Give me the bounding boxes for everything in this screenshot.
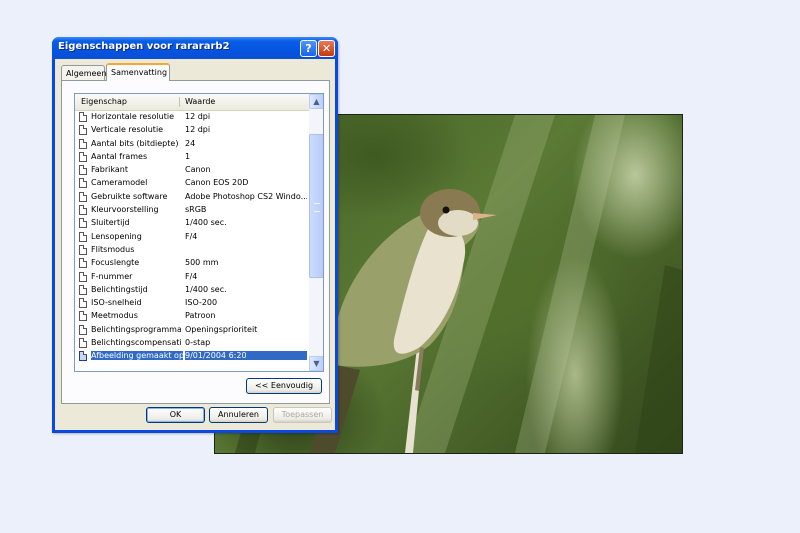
document-icon <box>79 112 87 122</box>
document-icon <box>79 311 87 322</box>
list-item[interactable]: Belichtingscompensatie 0-stap <box>75 337 309 350</box>
document-icon <box>79 351 87 362</box>
property-value: Canon <box>185 165 211 175</box>
column-header-value[interactable]: Waarde <box>185 97 215 106</box>
list-item[interactable]: Verticale resolutie 12 dpi <box>75 124 309 137</box>
help-icon[interactable]: ? <box>300 40 317 57</box>
simple-view-button[interactable]: << Eenvoudig <box>246 378 322 394</box>
tab-summary[interactable]: Samenvatting <box>106 63 170 81</box>
list-item[interactable]: F-nummer F/4 <box>75 271 309 284</box>
window-title: Eigenschappen voor rarararb2 <box>58 41 230 52</box>
property-value: 12 dpi <box>185 125 211 135</box>
scroll-thumb[interactable] <box>309 134 323 278</box>
dialog-client: Algemeen Samenvatting Eigenschap Waarde … <box>55 59 335 430</box>
list-item[interactable]: Aantal bits (bitdiepte) 24 <box>75 138 309 151</box>
property-name: Sluitertijd <box>91 218 130 228</box>
property-value: 9/01/2004 6:20 <box>185 351 307 361</box>
property-name: Lensopening <box>91 231 142 241</box>
list-item[interactable]: Horizontale resolutie 12 dpi <box>75 111 309 124</box>
property-value: Adobe Photoshop CS2 Windo... <box>185 191 307 201</box>
title-bar[interactable]: Eigenschappen voor rarararb2 ? ✕ <box>52 37 338 59</box>
property-name: Belichtingscompensatie <box>91 338 181 348</box>
scroll-down-icon[interactable]: ▼ <box>309 356 323 371</box>
property-value: ISO-200 <box>185 298 218 308</box>
list-header: Eigenschap Waarde <box>75 94 309 111</box>
property-value: Canon EOS 20D <box>185 178 249 188</box>
property-value: 1/400 sec. <box>185 218 227 228</box>
document-icon <box>79 151 87 162</box>
list-item[interactable]: Cameramodel Canon EOS 20D <box>75 177 309 190</box>
property-name: Gebruikte software <box>91 191 168 201</box>
document-icon <box>79 191 87 202</box>
close-icon[interactable]: ✕ <box>318 40 335 57</box>
property-value: 1 <box>185 151 191 161</box>
properties-dialog: Eigenschappen voor rarararb2 ? ✕ Algemee… <box>52 37 338 433</box>
list-item[interactable]: ISO-snelheid ISO-200 <box>75 297 309 310</box>
property-name: Verticale resolutie <box>91 125 164 135</box>
document-icon <box>79 231 87 242</box>
vertical-scrollbar[interactable]: ▲ ▼ <box>309 94 323 371</box>
document-icon <box>79 244 87 255</box>
column-divider[interactable] <box>179 97 180 107</box>
property-name: Belichtingsprogramma <box>91 324 181 334</box>
document-icon <box>79 165 87 176</box>
document-icon <box>79 218 87 229</box>
list-item[interactable]: Aantal frames 1 <box>75 151 309 164</box>
list-item[interactable]: Lensopening F/4 <box>75 231 309 244</box>
property-name: Flitsmodus <box>91 244 135 254</box>
document-icon <box>79 324 87 335</box>
property-value: 24 <box>185 138 196 148</box>
property-value: F/4 <box>185 271 198 281</box>
scroll-grip <box>314 203 320 212</box>
list-item[interactable]: Fabrikant Canon <box>75 164 309 177</box>
property-value: F/4 <box>185 231 198 241</box>
document-icon <box>79 205 87 216</box>
column-header-property[interactable]: Eigenschap <box>81 97 127 106</box>
list-item[interactable]: Flitsmodus <box>75 244 309 257</box>
summary-panel: Eigenschap Waarde Horizontale resolutie 1… <box>61 80 330 404</box>
property-name: Horizontale resolutie <box>91 112 174 121</box>
list-item[interactable]: Gebruikte software Adobe Photoshop CS2 Wi… <box>75 191 309 204</box>
ok-button[interactable]: OK <box>146 407 205 423</box>
property-value: 12 dpi <box>185 112 211 121</box>
document-icon <box>79 178 87 189</box>
property-value: 0-stap <box>185 338 211 348</box>
property-name: Fabrikant <box>91 165 128 175</box>
property-value: 1/400 sec. <box>185 284 227 294</box>
property-name: Focuslengte <box>91 258 140 268</box>
document-icon <box>79 298 87 309</box>
property-name: ISO-snelheid <box>91 298 142 308</box>
list-item[interactable]: Belichtingstijd 1/400 sec. <box>75 284 309 297</box>
list-item[interactable]: Meetmodus Patroon <box>75 310 309 323</box>
list-item[interactable]: Kleurvoorstelling sRGB <box>75 204 309 217</box>
document-icon <box>79 271 87 282</box>
property-value: 500 mm <box>185 258 219 268</box>
list-item[interactable]: Sluitertijd 1/400 sec. <box>75 217 309 230</box>
property-name: Kleurvoorstelling <box>91 205 159 215</box>
cancel-button[interactable]: Annuleren <box>209 407 268 423</box>
list-item[interactable]: Belichtingsprogramma Openingsprioriteit <box>75 324 309 337</box>
property-name: Belichtingstijd <box>91 284 148 294</box>
list-body: Horizontale resolutie 12 dpi Verticale res… <box>75 111 309 364</box>
document-icon <box>79 258 87 269</box>
list-item[interactable]: Afbeelding gemaakt op 9/01/2004 6:20 <box>75 350 309 363</box>
document-icon <box>79 284 87 295</box>
property-name: Aantal frames <box>91 151 148 161</box>
properties-list[interactable]: Eigenschap Waarde Horizontale resolutie 1… <box>74 93 324 372</box>
property-value: sRGB <box>185 205 207 215</box>
property-name: F-nummer <box>91 271 133 281</box>
property-value: Openingsprioriteit <box>185 324 258 334</box>
document-icon <box>79 338 87 349</box>
property-name: Aantal bits (bitdiepte) <box>91 138 179 148</box>
list-item[interactable]: Focuslengte 500 mm <box>75 257 309 270</box>
tab-general[interactable]: Algemeen <box>61 65 106 80</box>
property-name: Afbeelding gemaakt op <box>91 351 183 361</box>
property-value: Patroon <box>185 311 216 321</box>
document-icon <box>79 125 87 136</box>
property-name: Cameramodel <box>91 178 148 188</box>
apply-button: Toepassen <box>273 407 332 423</box>
scroll-up-icon[interactable]: ▲ <box>309 94 323 109</box>
document-icon <box>79 138 87 149</box>
property-name: Meetmodus <box>91 311 138 321</box>
